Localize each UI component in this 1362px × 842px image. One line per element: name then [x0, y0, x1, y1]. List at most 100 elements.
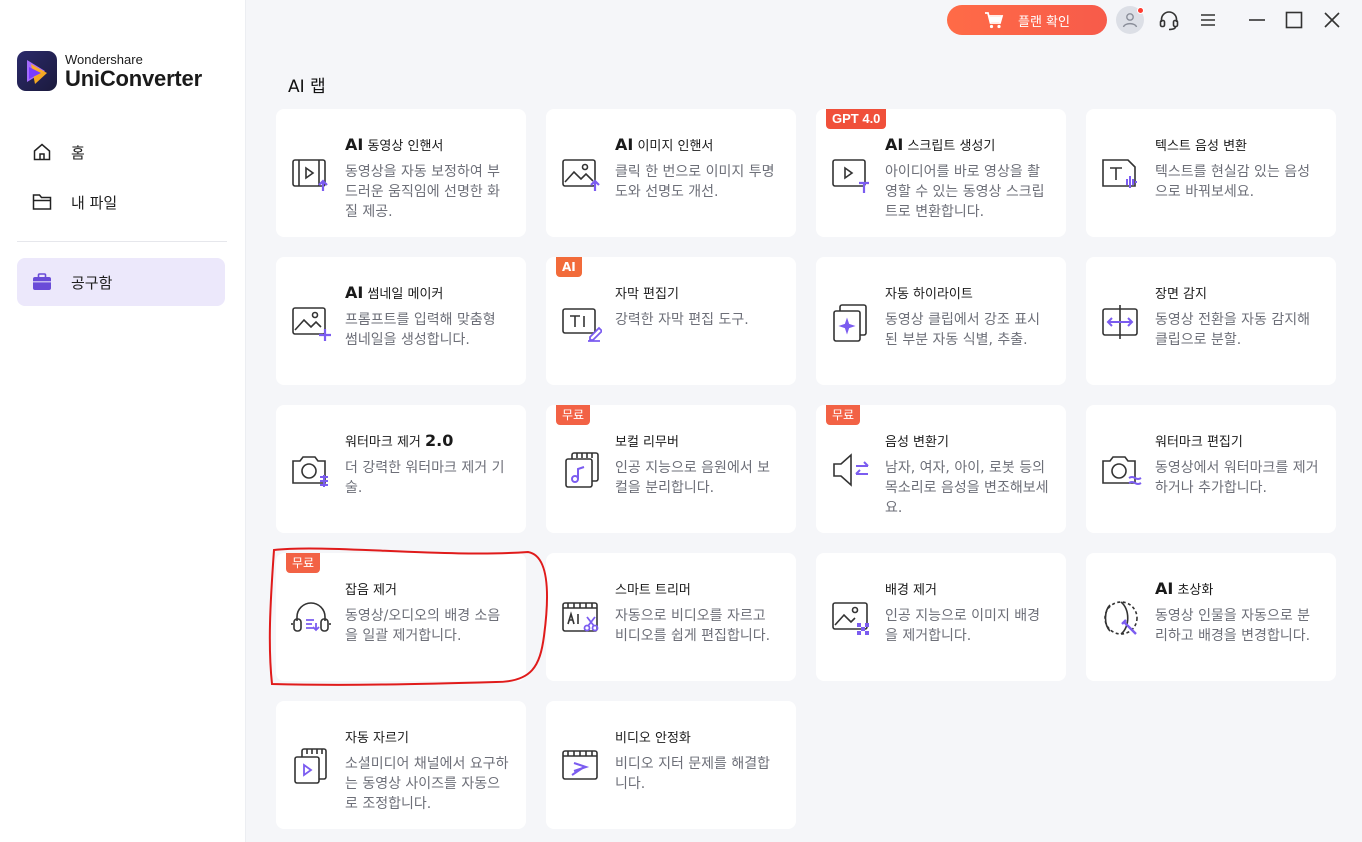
card-title: 워터마크 제거	[345, 435, 426, 450]
tool-card-noise-remover[interactable]: 무료 잡음 제거 동영상/오디오의 배경 소음을 일괄 제거합니다.	[276, 553, 526, 681]
notification-dot	[1137, 7, 1144, 14]
card-title: 스크립트 생성기	[903, 139, 996, 154]
thumbnail-maker-icon	[290, 301, 332, 343]
card-description: 강력한 자막 편집 도구.	[615, 312, 749, 328]
tool-card-background-remover[interactable]: 배경 제거 인공 지능으로 이미지 배경을 제거합니다.	[816, 553, 1066, 681]
tool-card-voice-changer[interactable]: 무료 음성 변환기 남자, 여자, 아이, 로봇 등의 목소리로 음성을 변조해…	[816, 405, 1066, 533]
uniconverter-logo-icon	[17, 51, 57, 91]
ai-portrait-icon	[1100, 597, 1142, 639]
tool-card-subtitle-editor[interactable]: AI 자막 편집기 강력한 자막 편집 도구.	[546, 257, 796, 385]
voice-changer-icon	[830, 449, 872, 491]
tool-card-smart-trimmer[interactable]: 스마트 트리머 자동으로 비디오를 자르고 비디오를 쉽게 편집합니다.	[546, 553, 796, 681]
user-icon	[1122, 13, 1138, 28]
free-badge: 무료	[826, 405, 861, 425]
card-description: 자동으로 비디오를 자르고 비디오를 쉽게 편집합니다.	[615, 608, 771, 644]
card-description: 클릭 한 번으로 이미지 투명도와 선명도 개선.	[615, 164, 775, 200]
card-title: 초상화	[1173, 583, 1214, 598]
sidebar-item-label: 내 파일	[71, 193, 118, 212]
tool-card-vocal-remover[interactable]: 무료 보컬 리무버 인공 지능으로 음원에서 보컬을 분리합니다.	[546, 405, 796, 533]
tool-card-scene-detection[interactable]: 장면 감지 동영상 전환을 자동 감지해 클립으로 분할.	[1086, 257, 1336, 385]
card-title: 동영상 인핸서	[363, 139, 444, 154]
card-description: 비디오 지터 문제를 해결합니다.	[615, 756, 771, 792]
card-description: 소셜미디어 채널에서 요구하는 동영상 사이즈를 자동으로 조정합니다.	[345, 756, 509, 812]
gpt-badge: GPT 4.0	[826, 109, 887, 129]
sidebar-item-my-files[interactable]: 내 파일	[17, 178, 225, 226]
free-badge: 무료	[286, 553, 321, 573]
folder-icon	[31, 191, 53, 213]
sidebar-item-toolbox[interactable]: 공구함	[17, 258, 225, 306]
card-title: 비디오 안정화	[615, 731, 691, 746]
section-title: AI 랩	[288, 77, 326, 97]
plan-check-label: 플랜 확인	[1018, 14, 1070, 30]
card-description: 텍스트를 현실감 있는 음성으로 바꿔보세요.	[1155, 164, 1311, 200]
video-stabilizer-icon	[560, 745, 602, 787]
card-title: 텍스트 음성 변환	[1155, 139, 1247, 154]
vocal-remover-icon	[560, 449, 602, 491]
tool-card-ai-thumbnail-maker[interactable]: AI 썸네일 메이커 프롬프트를 입력해 맞춤형 썸네일을 생성합니다.	[276, 257, 526, 385]
tool-card-ai-portrait[interactable]: AI 초상화 동영상 인물을 자동으로 분리하고 배경을 변경합니다.	[1086, 553, 1336, 681]
card-description: 인공 지능으로 이미지 배경을 제거합니다.	[885, 608, 1041, 644]
card-title: 자동 하이라이트	[885, 287, 973, 302]
watermark-editor-icon	[1100, 449, 1142, 491]
card-title: 장면 감지	[1155, 287, 1207, 302]
card-title: 잡음 제거	[345, 583, 397, 598]
support-headset-button[interactable]	[1155, 6, 1183, 34]
sidebar-divider	[17, 241, 227, 242]
card-title-prefix: AI	[1155, 579, 1174, 598]
video-enhancer-icon	[290, 153, 332, 195]
card-description: 인공 지능으로 음원에서 보컬을 분리합니다.	[615, 460, 771, 496]
image-enhancer-icon	[560, 153, 602, 195]
watermark-remover-icon	[290, 449, 332, 491]
card-description: 동영상 클립에서 강조 표시된 부분 자동 식별, 추출.	[885, 312, 1041, 348]
tool-card-watermark-editor[interactable]: 워터마크 편집기 동영상에서 워터마크를 제거하거나 추가합니다.	[1086, 405, 1336, 533]
auto-crop-icon	[290, 745, 332, 787]
sidebar-item-label: 홈	[71, 143, 85, 162]
user-avatar[interactable]	[1116, 6, 1144, 34]
tool-card-ai-video-enhancer[interactable]: AI 동영상 인핸서 동영상을 자동 보정하여 부드러운 움직임에 선명한 화질…	[276, 109, 526, 237]
card-description: 동영상을 자동 보정하여 부드러운 움직임에 선명한 화질 제공.	[345, 164, 501, 220]
free-badge: 무료	[556, 405, 591, 425]
minimize-icon	[1249, 19, 1265, 21]
brand-name: Wondershare	[65, 51, 143, 67]
toolbox-icon	[31, 271, 53, 293]
background-remover-icon	[830, 597, 872, 639]
cart-icon	[984, 11, 1004, 29]
sidebar-item-home[interactable]: 홈	[17, 128, 225, 176]
card-title: 자막 편집기	[615, 287, 679, 302]
minimize-button[interactable]	[1243, 6, 1271, 34]
close-icon	[1324, 12, 1340, 28]
tool-card-auto-highlight[interactable]: 자동 하이라이트 동영상 클립에서 강조 표시된 부분 자동 식별, 추출.	[816, 257, 1066, 385]
card-title-prefix: AI	[345, 283, 364, 302]
card-description: 아이디어를 바로 영상을 촬영할 수 있는 동영상 스크립트로 변환합니다.	[885, 164, 1045, 220]
hamburger-menu-icon	[1201, 14, 1215, 26]
maximize-icon	[1285, 11, 1303, 29]
tool-card-video-stabilizer[interactable]: 비디오 안정화 비디오 지터 문제를 해결합니다.	[546, 701, 796, 829]
text-to-speech-icon	[1100, 153, 1142, 195]
card-title: 스마트 트리머	[615, 583, 691, 598]
sidebar-item-label: 공구함	[71, 273, 113, 292]
card-description: 동영상에서 워터마크를 제거하거나 추가합니다.	[1155, 460, 1319, 496]
menu-button[interactable]	[1194, 6, 1222, 34]
card-description: 동영상 인물을 자동으로 분리하고 배경을 변경합니다.	[1155, 608, 1311, 644]
card-title: 이미지 인핸서	[633, 139, 714, 154]
card-description: 더 강력한 워터마크 제거 기술.	[345, 460, 505, 496]
sidebar: Wondershare UniConverter 홈 내 파일 공구함	[0, 0, 246, 842]
card-title-prefix: AI	[345, 135, 364, 154]
tool-card-ai-image-enhancer[interactable]: AI 이미지 인핸서 클릭 한 번으로 이미지 투명도와 선명도 개선.	[546, 109, 796, 237]
card-title-version: 2.0	[425, 431, 454, 450]
headset-icon	[1159, 11, 1179, 31]
tool-card-ai-script-generator[interactable]: GPT 4.0 AI 스크립트 생성기 아이디어를 바로 영상을 촬영할 수 있…	[816, 109, 1066, 237]
scene-detect-icon	[1100, 301, 1142, 343]
app-logo: Wondershare UniConverter	[17, 51, 202, 91]
card-title: 썸네일 메이커	[363, 287, 444, 302]
maximize-button[interactable]	[1280, 6, 1308, 34]
card-description: 남자, 여자, 아이, 로봇 등의 목소리로 음성을 변조해보세요.	[885, 460, 1049, 516]
tool-card-watermark-remover[interactable]: 워터마크 제거 2.0 더 강력한 워터마크 제거 기술.	[276, 405, 526, 533]
card-title-prefix: AI	[615, 135, 634, 154]
ai-badge: AI	[556, 257, 582, 277]
plan-check-button[interactable]: 플랜 확인	[947, 5, 1107, 35]
tool-card-text-to-speech[interactable]: 텍스트 음성 변환 텍스트를 현실감 있는 음성으로 바꿔보세요.	[1086, 109, 1336, 237]
close-button[interactable]	[1318, 6, 1346, 34]
card-title: 배경 제거	[885, 583, 937, 598]
tool-card-auto-crop[interactable]: 자동 자르기 소셜미디어 채널에서 요구하는 동영상 사이즈를 자동으로 조정합…	[276, 701, 526, 829]
